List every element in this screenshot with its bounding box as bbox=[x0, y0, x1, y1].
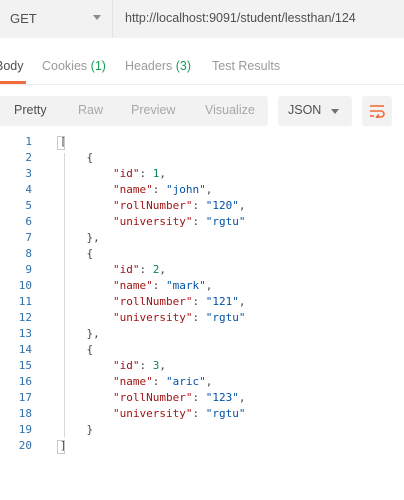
url-input[interactable]: http://localhost:9091/student/lessthan/1… bbox=[113, 0, 404, 38]
line-number: 3 bbox=[25, 167, 32, 180]
line-number: 14 bbox=[18, 343, 32, 356]
chevron-down-icon bbox=[93, 15, 101, 20]
code-text: "rollNumber": "121", bbox=[112, 295, 246, 308]
code-text: }, bbox=[86, 231, 100, 244]
view-mode-group: Pretty Raw Preview Visualize bbox=[0, 96, 268, 126]
tab-cookies-count: (1) bbox=[90, 59, 106, 73]
code-text: "id": 3, bbox=[112, 359, 166, 372]
line-number: 11 bbox=[18, 295, 32, 308]
wrap-lines-button[interactable] bbox=[362, 96, 392, 126]
code-line: 12 "university": "rgtu" bbox=[0, 311, 404, 327]
wrap-lines-icon bbox=[370, 105, 385, 118]
code-line: 5 "rollNumber": "120", bbox=[0, 199, 404, 215]
code-line: 16 "name": "aric", bbox=[0, 375, 404, 391]
code-line: 13 }, bbox=[0, 327, 404, 343]
tab-headers-label: Headers bbox=[125, 59, 173, 73]
tab-test-results[interactable]: Test Results bbox=[212, 59, 280, 73]
method-select[interactable]: GET bbox=[0, 0, 113, 38]
method-label: GET bbox=[10, 11, 37, 26]
code-text: } bbox=[86, 423, 94, 436]
line-number: 19 bbox=[18, 423, 32, 436]
response-body-viewer[interactable]: 1[2 {3 "id": 1, 4 "name": "john", 5 "rollN… bbox=[0, 135, 404, 465]
url-text: http://localhost:9091/student/lessthan/1… bbox=[125, 11, 356, 25]
line-number: 17 bbox=[18, 391, 32, 404]
code-text: "id": 1, bbox=[112, 167, 166, 180]
line-number: 13 bbox=[18, 327, 32, 340]
bracket-match-highlight bbox=[57, 440, 65, 454]
pretty-button[interactable]: Pretty bbox=[14, 103, 47, 117]
code-line: 7 }, bbox=[0, 231, 404, 247]
tab-cookies[interactable]: Cookies (1) bbox=[42, 59, 106, 73]
code-line: 18 "university": "rgtu" bbox=[0, 407, 404, 423]
code-text: "name": "aric", bbox=[112, 375, 213, 388]
bracket-match-highlight bbox=[57, 136, 65, 150]
code-text: "name": "mark", bbox=[112, 279, 213, 292]
line-number: 15 bbox=[18, 359, 32, 372]
code-text: "rollNumber": "123", bbox=[112, 391, 246, 404]
line-number: 20 bbox=[18, 439, 32, 452]
code-text: "university": "rgtu" bbox=[112, 215, 246, 228]
code-line: 10 "name": "mark", bbox=[0, 279, 404, 295]
line-number: 12 bbox=[18, 311, 32, 324]
response-tabs: Body Cookies (1) Headers (3) Test Result… bbox=[0, 50, 404, 84]
tab-body[interactable]: Body bbox=[0, 59, 24, 73]
line-number: 9 bbox=[25, 263, 32, 276]
line-number: 10 bbox=[18, 279, 32, 292]
code-text: "university": "rgtu" bbox=[112, 311, 246, 324]
line-number: 16 bbox=[18, 375, 32, 388]
code-text: { bbox=[86, 343, 94, 356]
code-text: "name": "john", bbox=[112, 183, 213, 196]
tab-cookies-label: Cookies bbox=[42, 59, 88, 73]
line-number: 1 bbox=[25, 135, 32, 148]
code-line: 9 "id": 2, bbox=[0, 263, 404, 279]
line-number: 5 bbox=[25, 199, 32, 212]
code-text: "university": "rgtu" bbox=[112, 407, 246, 420]
line-number: 4 bbox=[25, 183, 32, 196]
raw-button[interactable]: Raw bbox=[78, 103, 103, 117]
tab-body-label: Body bbox=[0, 59, 24, 73]
tab-headers-count: (3) bbox=[175, 59, 192, 73]
code-line: 14 { bbox=[0, 343, 404, 359]
language-label: JSON bbox=[288, 103, 322, 117]
visualize-button[interactable]: Visualize bbox=[205, 103, 255, 117]
code-text: "rollNumber": "120", bbox=[112, 199, 246, 212]
format-toolbar: Pretty Raw Preview Visualize JSON bbox=[0, 96, 404, 126]
code-line: 19 } bbox=[0, 423, 404, 439]
code-line: 4 "name": "john", bbox=[0, 183, 404, 199]
line-number: 8 bbox=[25, 247, 32, 260]
code-line: 15 "id": 3, bbox=[0, 359, 404, 375]
code-line: 3 "id": 1, bbox=[0, 167, 404, 183]
code-line: 8 { bbox=[0, 247, 404, 263]
tab-test-results-label: Test Results bbox=[212, 59, 281, 73]
tabs-divider bbox=[0, 84, 404, 85]
code-text: "id": 2, bbox=[112, 263, 166, 276]
code-line: 6 "university": "rgtu" bbox=[0, 215, 404, 231]
line-number: 7 bbox=[25, 231, 32, 244]
chevron-down-icon bbox=[331, 109, 339, 114]
code-line: 11 "rollNumber": "121", bbox=[0, 295, 404, 311]
line-number: 2 bbox=[25, 151, 32, 164]
code-text: { bbox=[86, 151, 94, 164]
language-select[interactable]: JSON bbox=[278, 96, 352, 126]
code-text: }, bbox=[86, 327, 100, 340]
tab-headers[interactable]: Headers (3) bbox=[125, 59, 191, 73]
line-number: 6 bbox=[25, 215, 32, 228]
preview-button[interactable]: Preview bbox=[131, 103, 175, 117]
request-bar: GET http://localhost:9091/student/lessth… bbox=[0, 0, 404, 38]
code-line: 2 { bbox=[0, 151, 404, 167]
line-number: 18 bbox=[18, 407, 32, 420]
code-line: 17 "rollNumber": "123", bbox=[0, 391, 404, 407]
code-text: { bbox=[86, 247, 94, 260]
